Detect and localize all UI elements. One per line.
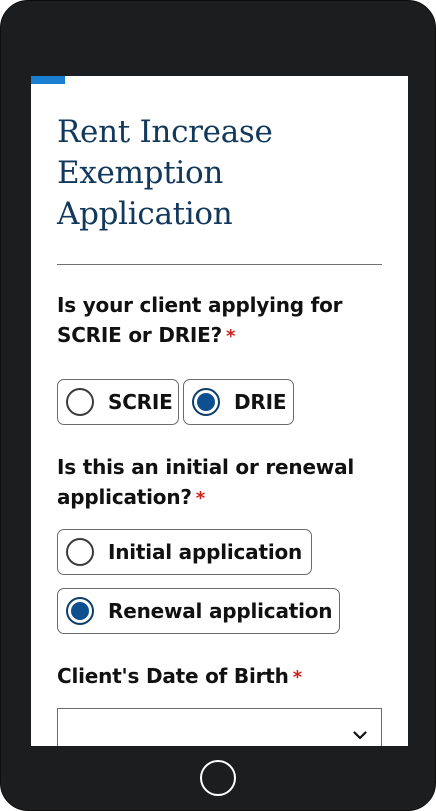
radio-label-drie: DRIE (234, 390, 287, 414)
radio-label-scrie: SCRIE (108, 390, 173, 414)
question-date-of-birth: Client's Date of Birth * (57, 661, 387, 693)
home-button[interactable] (200, 760, 236, 796)
required-marker: * (195, 488, 206, 509)
question-application-type-text: Is this an initial or renewal applicatio… (57, 455, 355, 509)
radio-circle-scrie[interactable] (66, 388, 94, 416)
required-marker: * (226, 326, 236, 347)
page-title: Rent Increase Exemption Application (57, 114, 273, 232)
radio-circle-drie[interactable] (192, 388, 220, 416)
chevron-down-icon (353, 731, 367, 740)
device-frame: Rent Increase Exemption Application Is y… (0, 0, 436, 811)
question-application-type: Is this an initial or renewal applicatio… (57, 452, 387, 514)
question-program-type: Is your client applying for SCRIE or DRI… (57, 290, 387, 352)
title-divider (57, 264, 382, 265)
radio-option-renewal[interactable]: Renewal application (57, 588, 340, 634)
radio-label-initial: Initial application (108, 540, 303, 564)
question-program-type-text: Is your client applying for SCRIE or DRI… (57, 293, 343, 347)
radio-label-renewal: Renewal application (108, 599, 333, 623)
radio-option-initial[interactable]: Initial application (57, 529, 312, 575)
radio-circle-initial[interactable] (66, 538, 94, 566)
progress-bar (31, 76, 65, 84)
radio-option-drie[interactable]: DRIE (183, 379, 294, 425)
required-marker: * (292, 667, 302, 688)
radio-option-scrie[interactable]: SCRIE (57, 379, 179, 425)
app-screen: Rent Increase Exemption Application Is y… (31, 76, 408, 746)
date-of-birth-select[interactable] (57, 708, 382, 746)
question-date-of-birth-text: Client's Date of Birth (57, 664, 289, 688)
radio-circle-renewal[interactable] (66, 597, 94, 625)
